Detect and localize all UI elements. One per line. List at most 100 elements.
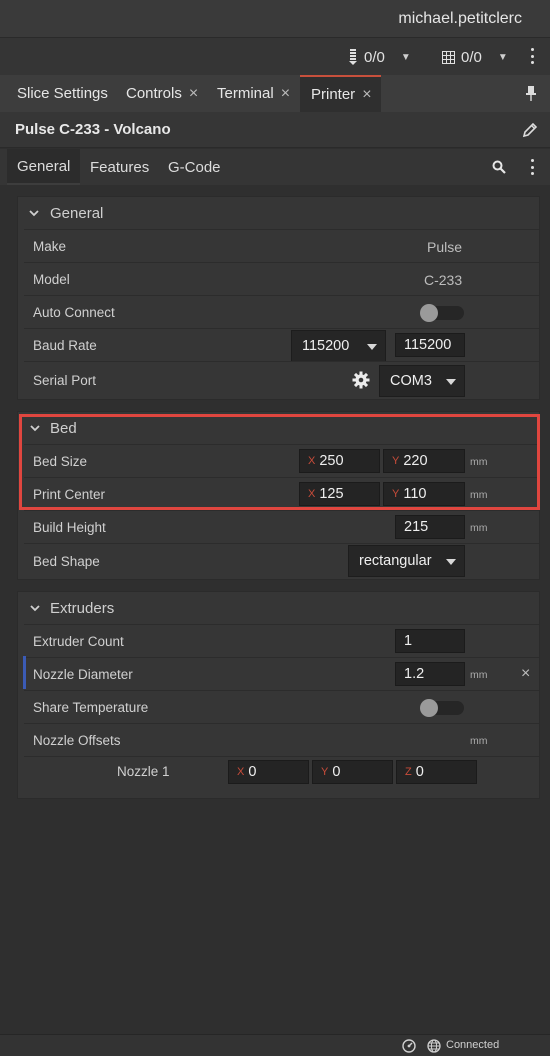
serial-port-value: COM3 [390, 373, 432, 389]
bed-size-row: Bed Size X 250 Y 220 mm [24, 444, 539, 477]
bed-size-y-input[interactable]: Y 220 [383, 449, 465, 473]
serial-port-select[interactable]: COM3 [379, 365, 465, 397]
serial-port-label: Serial Port [33, 373, 97, 388]
close-icon[interactable]: × [281, 85, 290, 103]
chevron-down-icon: ▼ [497, 51, 508, 63]
axis-y-label: Y [392, 488, 400, 500]
pin-icon[interactable] [524, 85, 538, 101]
bed-section: Bed Bed Size X 250 Y 220 mm Print Center… [17, 411, 540, 580]
auto-connect-toggle[interactable] [420, 304, 464, 322]
globe-icon[interactable] [427, 1039, 441, 1053]
nozzle-diameter-input[interactable]: 1.2 [395, 662, 465, 686]
nozzle-1-y-value: 0 [332, 764, 341, 780]
tab-controls[interactable]: Controls × [126, 75, 198, 112]
tab-terminal[interactable]: Terminal × [217, 75, 290, 112]
unit-label: mm [470, 456, 488, 468]
tab-features[interactable]: Features [80, 149, 159, 185]
model-label: Model [33, 272, 70, 287]
axis-x-label: X [308, 488, 316, 500]
bed-shape-value: rectangular [359, 553, 432, 569]
tab-slice-settings[interactable]: Slice Settings [17, 75, 108, 112]
share-temperature-row: Share Temperature [24, 690, 539, 723]
print-center-x-value: 125 [319, 486, 344, 502]
tab-label: Terminal [217, 85, 274, 102]
baud-rate-select[interactable]: 115200 [291, 330, 386, 362]
modified-setting-indicator [23, 656, 26, 689]
build-height-row: Build Height 215 mm [24, 510, 539, 543]
print-center-row: Print Center X 125 Y 110 mm [24, 477, 539, 510]
print-center-y-value: 110 [403, 486, 427, 502]
model-row: Model C-233 [24, 262, 539, 295]
extruders-section: Extruders Extruder Count 1 Nozzle Diamet… [17, 591, 540, 799]
section-title: General [50, 205, 104, 222]
gear-icon[interactable] [352, 371, 370, 389]
general-section: General Make Pulse Model C-233 Auto Conn… [17, 196, 540, 400]
tab-general[interactable]: General [7, 149, 81, 185]
section-title: Extruders [50, 600, 115, 617]
auto-connect-label: Auto Connect [33, 305, 115, 320]
bed-shape-select[interactable]: rectangular [348, 545, 465, 577]
tab-gcode[interactable]: G-Code [158, 149, 231, 185]
bed-size-x-value: 250 [319, 453, 344, 469]
bed-shape-row: Bed Shape rectangular [24, 543, 539, 579]
serial-port-row: Serial Port COM3 [24, 361, 539, 399]
make-value: Pulse [427, 239, 463, 255]
print-center-y-input[interactable]: Y 110 [383, 482, 465, 506]
nozzle-diameter-row: Nozzle Diameter 1.2 mm × [24, 657, 539, 690]
extruder-status-text: 0/0 [364, 48, 385, 66]
extruder-count-input[interactable]: 1 [395, 629, 465, 653]
unit-label: mm [470, 522, 488, 534]
chevron-down-icon: ▼ [400, 51, 411, 63]
extruder-count-row: Extruder Count 1 [24, 624, 539, 657]
grid-icon [442, 50, 455, 64]
chevron-down-icon [30, 425, 40, 432]
nozzle-1-y-input[interactable]: Y 0 [312, 760, 393, 784]
search-icon[interactable] [492, 160, 506, 174]
username[interactable]: michael.petitclerc [398, 10, 522, 28]
more-menu-icon[interactable] [527, 157, 537, 177]
baud-rate-input-value: 115200 [404, 337, 452, 353]
axis-y-label: Y [321, 766, 329, 778]
chevron-down-icon [30, 605, 40, 612]
nozzle-1-z-input[interactable]: Z 0 [396, 760, 477, 784]
share-temperature-toggle[interactable] [420, 699, 464, 717]
model-value: C-233 [424, 272, 463, 288]
extruder-count-value: 1 [404, 633, 413, 649]
unit-label: mm [470, 735, 488, 747]
bed-section-header[interactable]: Bed [18, 412, 539, 445]
print-center-x-input[interactable]: X 125 [299, 482, 380, 506]
section-title: Bed [50, 420, 77, 437]
tab-bar: Slice Settings Controls × Terminal × Pri… [0, 75, 550, 112]
nozzle-offsets-label: Nozzle Offsets [33, 733, 121, 748]
bed-size-label: Bed Size [33, 454, 88, 469]
connection-status: Connected [446, 1039, 500, 1051]
close-icon[interactable]: × [362, 86, 371, 104]
chevron-down-icon [367, 344, 377, 350]
baud-rate-select-value: 115200 [302, 338, 350, 354]
unit-label: mm [470, 669, 488, 681]
general-section-header[interactable]: General [18, 197, 539, 230]
print-center-label: Print Center [33, 487, 106, 502]
nozzle-1-row: Nozzle 1 X 0 Y 0 Z 0 [24, 756, 539, 788]
settings-tabs: General Features G-Code [0, 149, 550, 185]
baud-rate-label: Baud Rate [33, 338, 97, 353]
layer-status[interactable]: 0/0 ▼ [442, 46, 508, 68]
nozzle-1-z-value: 0 [415, 764, 424, 780]
nozzle-1-x-value: 0 [248, 764, 257, 780]
extruders-section-header[interactable]: Extruders [18, 592, 539, 625]
clear-override-icon[interactable]: × [521, 665, 530, 683]
chevron-down-icon [446, 559, 456, 565]
baud-rate-input[interactable]: 115200 [395, 333, 465, 357]
nozzle-diameter-value: 1.2 [404, 666, 425, 682]
tab-printer[interactable]: Printer × [300, 75, 381, 112]
build-height-value: 215 [404, 519, 429, 535]
nozzle-1-x-input[interactable]: X 0 [228, 760, 309, 784]
close-icon[interactable]: × [189, 85, 198, 103]
chevron-down-icon [446, 379, 456, 385]
speedometer-icon[interactable] [402, 1039, 416, 1053]
more-menu-icon[interactable] [527, 46, 537, 66]
pencil-icon[interactable] [522, 122, 538, 138]
bed-size-x-input[interactable]: X 250 [299, 449, 380, 473]
extruder-status[interactable]: 0/0 ▼ [348, 46, 411, 68]
build-height-input[interactable]: 215 [395, 515, 465, 539]
